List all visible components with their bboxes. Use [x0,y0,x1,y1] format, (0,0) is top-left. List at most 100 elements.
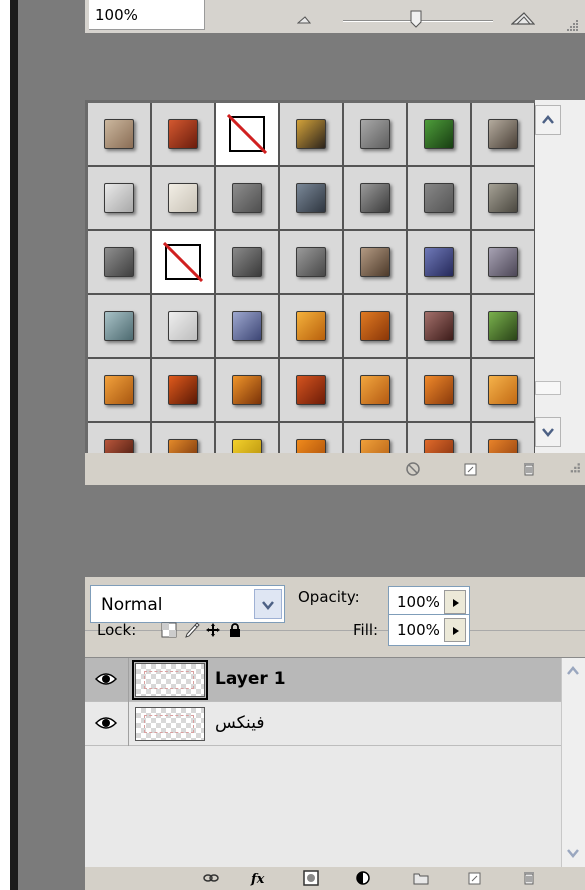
style-preset[interactable] [280,295,344,359]
style-preset[interactable] [408,359,472,423]
style-preset[interactable] [216,167,280,231]
style-preset[interactable] [344,103,408,167]
style-preset[interactable] [88,359,152,423]
trash-icon[interactable] [521,870,537,886]
style-preset[interactable] [280,103,344,167]
style-preset[interactable] [280,231,344,295]
style-swatch [424,375,454,405]
style-preset[interactable] [408,231,472,295]
style-preset[interactable] [408,295,472,359]
blend-mode-dropdown-button[interactable] [254,589,282,619]
new-style-icon[interactable] [463,461,479,477]
style-swatch [296,247,326,277]
style-swatch [104,119,134,149]
layer-mask-icon[interactable] [303,870,319,886]
layer-row-layer-1[interactable]: Layer 1 [85,658,585,702]
resize-grip-icon[interactable] [565,461,581,477]
style-preset[interactable] [472,359,535,423]
style-preset[interactable] [408,167,472,231]
style-preset[interactable] [408,103,472,167]
style-preset[interactable] [88,103,152,167]
opacity-slider-button[interactable] [444,590,466,614]
chevron-up-icon[interactable] [567,666,579,676]
style-preset[interactable] [344,359,408,423]
style-preset[interactable] [216,423,280,453]
style-preset[interactable] [216,295,280,359]
style-preset[interactable] [344,231,408,295]
style-preset[interactable] [88,167,152,231]
clear-style-icon[interactable] [405,461,421,477]
style-swatch [360,247,390,277]
visibility-toggle[interactable] [85,658,129,702]
scroll-thumb[interactable] [535,381,561,395]
fill-field[interactable]: 100% [388,614,470,646]
blend-mode-select[interactable]: Normal [90,585,285,623]
styles-swatch-grid [88,103,535,453]
layer-thumbnail[interactable] [135,707,205,741]
style-preset[interactable] [344,295,408,359]
triangle-right-icon [453,599,459,607]
style-preset[interactable] [216,231,280,295]
style-preset[interactable] [216,359,280,423]
new-group-icon[interactable] [413,870,429,886]
style-preset[interactable] [88,231,152,295]
scroll-up-button[interactable] [535,105,561,135]
style-preset[interactable] [472,423,535,453]
layer-name[interactable]: فینکس [215,713,264,733]
style-preset[interactable] [344,167,408,231]
fill-slider-button[interactable] [444,618,466,642]
lock-position-icon[interactable] [205,621,221,639]
style-preset[interactable] [472,295,535,359]
style-swatch [488,311,518,341]
layers-scrollbar[interactable] [561,658,585,890]
style-preset[interactable] [152,423,216,453]
style-preset[interactable] [408,423,472,453]
trash-icon[interactable] [521,461,537,477]
style-swatch [360,183,390,213]
style-swatch [104,311,134,341]
style-swatch [296,119,326,149]
style-preset[interactable] [152,103,216,167]
style-swatch [488,119,518,149]
lock-transparent-pixels-icon[interactable] [161,621,177,639]
layers-toolbar: fx [85,867,585,890]
layer-style-fx-icon[interactable]: fx [250,870,266,886]
link-layers-icon[interactable] [203,870,219,886]
styles-scrollbar[interactable] [535,100,585,453]
style-preset-none[interactable] [216,103,280,167]
zoom-field[interactable]: 100% [89,0,205,30]
style-preset[interactable] [472,167,535,231]
scroll-down-button[interactable] [535,417,561,447]
style-preset[interactable] [152,359,216,423]
lock-image-pixels-icon[interactable] [184,621,200,639]
layer-name[interactable]: Layer 1 [215,669,286,689]
lock-label: Lock: [97,621,137,639]
style-preset[interactable] [344,423,408,453]
visibility-toggle[interactable] [85,702,129,746]
zoom-out-icon[interactable] [297,14,311,24]
zoom-in-icon[interactable] [511,11,535,25]
style-swatch [360,119,390,149]
zoom-slider-thumb[interactable] [410,10,422,28]
adjustment-layer-icon[interactable] [355,870,371,886]
layer-thumbnail[interactable] [132,660,208,700]
style-preset[interactable] [280,167,344,231]
style-preset[interactable] [280,423,344,453]
style-preset[interactable] [280,359,344,423]
style-preset[interactable] [472,231,535,295]
style-preset[interactable] [152,167,216,231]
style-swatch [488,183,518,213]
lock-all-icon[interactable] [227,621,243,639]
triangle-right-icon [453,627,459,635]
style-preset[interactable] [88,295,152,359]
style-swatch [168,375,198,405]
new-layer-icon[interactable] [467,870,483,886]
style-preset[interactable] [152,295,216,359]
chevron-down-icon[interactable] [567,848,579,858]
style-preset[interactable] [88,423,152,453]
layer-list: Layer 1 فینکس [85,657,585,890]
layer-row-text[interactable]: فینکس [85,702,585,746]
resize-grip-icon[interactable] [565,18,579,32]
style-preset[interactable] [472,103,535,167]
style-preset-none[interactable] [152,231,216,295]
